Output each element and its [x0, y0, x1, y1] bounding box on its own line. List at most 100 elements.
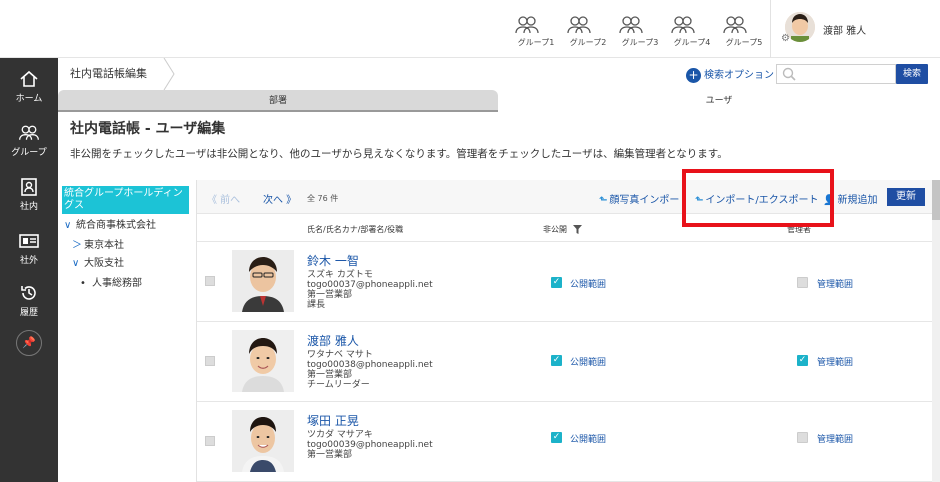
- import-export-label: インポート/エクスポート: [705, 195, 819, 206]
- admin-scope-link[interactable]: 管理範囲: [817, 432, 853, 445]
- page-description: 非公開をチェックしたユーザは非公開となり、他のユーザから見えなくなります。管理者…: [70, 148, 728, 160]
- user-kana: スズキ カズトモ: [307, 270, 373, 280]
- user-email: togo00038@phoneappli.net: [307, 360, 433, 370]
- sidebar-item-home[interactable]: ホーム: [0, 68, 58, 104]
- tree-item[interactable]: ∨ 統合商事株式会社: [64, 216, 156, 231]
- gear-icon: ⚙: [781, 33, 790, 44]
- user-name-link[interactable]: 鈴木 一智: [307, 252, 359, 269]
- group-2-button[interactable]: グループ2: [566, 14, 610, 48]
- add-user-label: 新規追加: [837, 195, 878, 206]
- import-arrow-icon: ⬑: [599, 195, 608, 206]
- tab-user[interactable]: ユーザ: [498, 90, 940, 112]
- user-photo: [232, 250, 294, 312]
- group-4-button[interactable]: グループ4: [670, 14, 714, 48]
- photo-import-button[interactable]: ⬑ 顔写真インポー: [599, 191, 679, 206]
- group-1-button[interactable]: グループ1: [514, 14, 558, 48]
- user-department: 第一営業部: [307, 370, 353, 380]
- row-select-checkbox[interactable]: [205, 356, 215, 366]
- history-icon: [21, 286, 36, 300]
- admin-checkbox[interactable]: [797, 277, 808, 288]
- sidebar-item-internal[interactable]: 社内: [0, 176, 58, 212]
- user-menu[interactable]: ⚙ 渡部 雅人: [770, 0, 940, 58]
- user-kana: ツカダ マサアキ: [307, 430, 373, 440]
- home-icon: [20, 70, 38, 87]
- search-field[interactable]: [776, 64, 896, 84]
- user-email: togo00037@phoneappli.net: [307, 280, 433, 290]
- user-kana: ワタナベ マサト: [307, 350, 373, 360]
- chevron-down-icon[interactable]: ∨: [64, 220, 76, 231]
- sidebar-item-external[interactable]: 社外: [0, 230, 58, 266]
- photo-import-label: 顔写真インポー: [609, 195, 680, 206]
- group-5-button[interactable]: グループ5: [722, 14, 766, 48]
- tab-department[interactable]: 部署: [58, 90, 498, 112]
- tree-item-selected[interactable]: 統合グループホールディングス: [62, 186, 189, 214]
- user-name-link[interactable]: 塚田 正晃: [307, 412, 359, 429]
- chevron-down-icon[interactable]: ∨: [72, 258, 84, 269]
- admin-checkbox[interactable]: [797, 432, 808, 443]
- private-checkbox[interactable]: ✓: [551, 432, 562, 443]
- row-select-checkbox[interactable]: [205, 436, 215, 446]
- public-scope-link[interactable]: 公開範囲: [570, 355, 606, 368]
- page-title: 社内電話帳 - ユーザ編集: [70, 121, 226, 137]
- admin-scope-link[interactable]: 管理範囲: [817, 277, 853, 290]
- prev-page-button[interactable]: 《 前へ: [207, 191, 240, 206]
- private-checkbox[interactable]: ✓: [551, 355, 562, 366]
- sidebar-item-label: 履歴: [19, 308, 38, 318]
- column-private-label: 非公開: [543, 225, 567, 234]
- private-checkbox[interactable]: ✓: [551, 277, 562, 288]
- tree-item[interactable]: • 人事総務部: [80, 274, 142, 289]
- public-scope-link[interactable]: 公開範囲: [570, 432, 606, 445]
- group-icon: [515, 16, 539, 34]
- user-name-link[interactable]: 渡部 雅人: [307, 332, 359, 349]
- tree-item[interactable]: ＞東京本社: [72, 236, 124, 251]
- sidebar-item-label: 社外: [19, 256, 38, 266]
- sidebar-item-label: ホーム: [15, 94, 43, 104]
- sidebar-item-group[interactable]: グループ: [0, 122, 58, 158]
- filter-icon[interactable]: [572, 225, 582, 234]
- tree-item-label: 人事総務部: [92, 278, 142, 289]
- sidebar-item-history[interactable]: 履歴: [0, 282, 58, 318]
- group-2-label: グループ2: [569, 38, 607, 47]
- sidebar: ホーム グループ 社内 社外 履歴 📌: [0, 58, 58, 482]
- row-select-checkbox[interactable]: [205, 276, 215, 286]
- public-scope-link[interactable]: 公開範囲: [570, 277, 606, 290]
- import-export-button[interactable]: ⬑ インポート/エクスポート: [695, 191, 818, 206]
- search-options-link[interactable]: + 検索オプション: [686, 66, 774, 83]
- group-icon: [723, 16, 747, 34]
- group-icon: [619, 16, 643, 34]
- user-photo: [232, 410, 294, 472]
- scrollbar-thumb[interactable]: [932, 180, 940, 220]
- column-name: 氏名/氏名カナ/部署名/役職: [307, 225, 404, 234]
- pin-icon[interactable]: 📌: [16, 330, 42, 356]
- search-icon: [782, 67, 796, 81]
- scrollbar[interactable]: [932, 180, 940, 482]
- group-3-label: グループ3: [621, 38, 659, 47]
- user-photo: [232, 330, 294, 392]
- contact-card-icon: [19, 234, 39, 248]
- group-1-label: グループ1: [517, 38, 555, 47]
- admin-checkbox[interactable]: ✓: [797, 355, 808, 366]
- user-department: 第一営業部: [307, 290, 353, 300]
- search-button[interactable]: 検索: [896, 64, 928, 84]
- column-private[interactable]: 非公開: [543, 224, 582, 235]
- user-name: 渡部 雅人: [823, 26, 867, 37]
- column-admin: 管理者: [787, 225, 811, 234]
- next-page-button[interactable]: 次へ 》: [263, 191, 296, 206]
- group-3-button[interactable]: グループ3: [618, 14, 662, 48]
- directory-icon: [21, 178, 37, 196]
- user-list-panel: 《 前へ 次へ 》 全 76 件 ⬑ 顔写真インポー ⬑ インポート/エクスポート …: [196, 180, 933, 482]
- group-icon: [671, 16, 695, 34]
- table-row: 渡部 雅人 ワタナベ マサト togo00038@phoneappli.net …: [197, 322, 933, 402]
- breadcrumb[interactable]: 社内電話帳編集: [58, 58, 178, 90]
- refresh-button[interactable]: 更新: [887, 188, 925, 206]
- group-5-label: グループ5: [725, 38, 763, 47]
- add-user-button[interactable]: 👤 新規追加: [823, 191, 877, 206]
- admin-scope-link[interactable]: 管理範囲: [817, 355, 853, 368]
- plus-icon: +: [686, 67, 701, 83]
- tree-item[interactable]: ∨ 大阪支社: [72, 254, 124, 269]
- group-icon: [567, 16, 591, 34]
- org-tree: 統合グループホールディングス ∨ 統合商事株式会社 ＞東京本社 ∨ 大阪支社 • 人事…: [58, 180, 195, 482]
- table-row: 塚田 正晃 ツカダ マサアキ togo00039@phoneappli.net …: [197, 402, 933, 482]
- search-input[interactable]: [801, 67, 891, 81]
- chevron-right-icon[interactable]: ＞: [72, 236, 84, 251]
